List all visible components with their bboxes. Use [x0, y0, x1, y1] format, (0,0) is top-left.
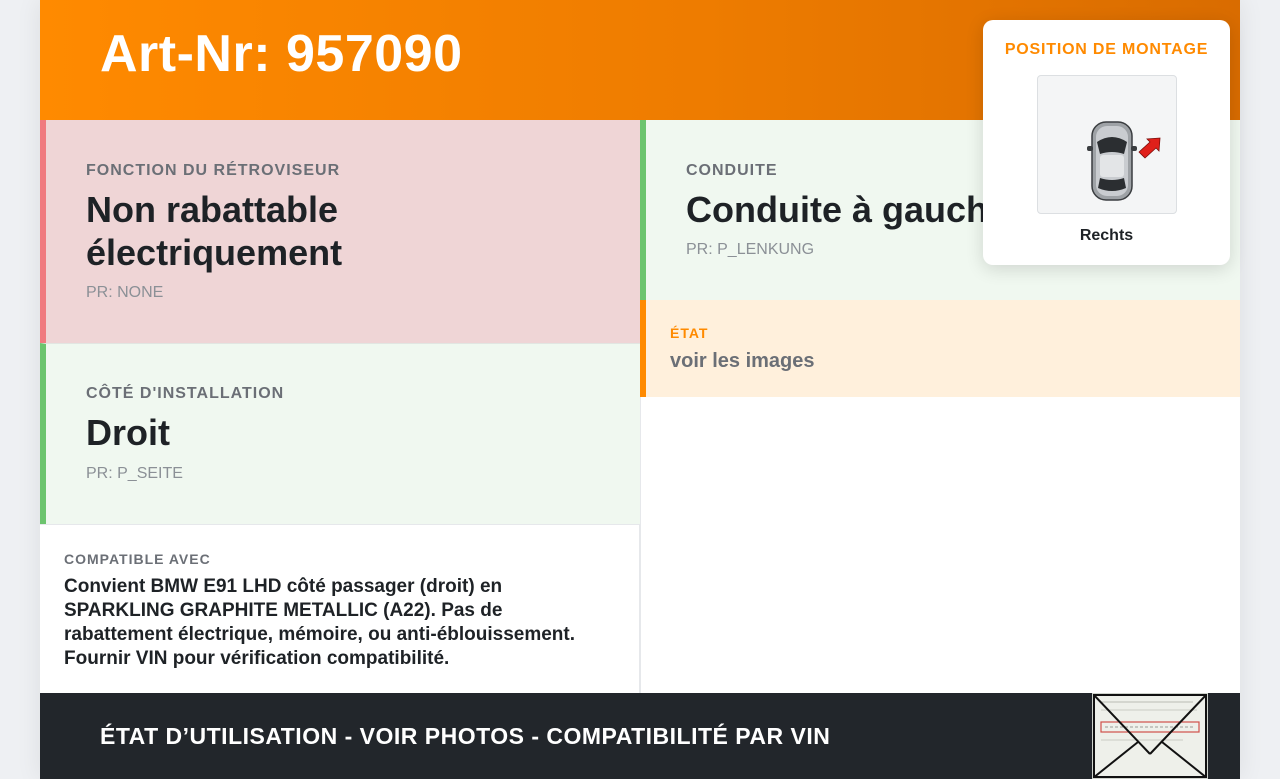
steering-label: CONDUITE [686, 162, 778, 179]
footer-text: ÉTAT D’UTILISATION - VOIR PHOTOS - COMPA… [100, 723, 831, 749]
mirror-function-value-line1: Non rabattable [86, 189, 339, 230]
mirror-function-pr-code: PR: NONE [86, 284, 164, 301]
compatibility-line: Convient BMW E91 LHD côté passager (droi… [64, 576, 503, 597]
empty-panel [640, 397, 1240, 693]
document-envelope-icon [1092, 693, 1208, 779]
footer-bar: ÉTAT D’UTILISATION - VOIR PHOTOS - COMPA… [40, 693, 1240, 779]
mounting-position-image [1037, 75, 1177, 214]
compatibility-line: SPARKLING GRAPHITE METALLIC (A22). Pas d… [64, 600, 503, 621]
condition-label: ÉTAT [670, 325, 709, 341]
install-side-block: CÔTÉ D'INSTALLATION Droit PR: P_SEITE [40, 343, 640, 524]
compatibility-block: COMPATIBLE AVEC Convient BMW E91 LHD côt… [40, 524, 640, 693]
install-side-pr-code: PR: P_SEITE [86, 465, 183, 482]
steering-pr-code: PR: P_LENKUNG [686, 241, 815, 258]
condition-block: ÉTAT voir les images [640, 300, 1240, 397]
mounting-position-caption: Rechts [1079, 227, 1134, 244]
condition-value: voir les images [670, 350, 815, 372]
compatibility-label: COMPATIBLE AVEC [64, 551, 211, 567]
install-side-value: Droit [86, 412, 170, 453]
car-top-view-icon [1087, 121, 1161, 201]
compatibility-line: rabattement électrique, mémoire, ou anti… [64, 624, 576, 645]
steering-value: Conduite à gauche [686, 189, 1009, 230]
mounting-position-popup: POSITION DE MONTAGE Rechts [983, 20, 1230, 265]
mounting-position-title: POSITION DE MONTAGE [1004, 41, 1209, 58]
mirror-function-label: FONCTION DU RÉTROVISEUR [86, 162, 341, 179]
install-side-label: CÔTÉ D'INSTALLATION [86, 385, 285, 402]
mirror-function-value-line2: électriquement [86, 232, 343, 273]
compatibility-text: Convient BMW E91 LHD côté passager (droi… [64, 575, 575, 671]
mirror-function-block: FONCTION DU RÉTROVISEUR Non rabattable é… [40, 120, 640, 343]
document-thumbnail[interactable] [1092, 693, 1208, 779]
page-title: Art-Nr: 957090 [100, 25, 463, 83]
compatibility-line: Fournir VIN pour vérification compatibil… [64, 648, 450, 669]
